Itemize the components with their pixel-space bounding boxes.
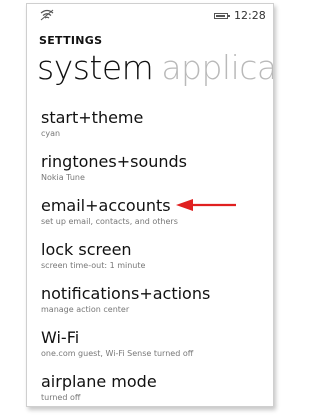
phone-screen: 12:28 SETTINGS systemapplicat start+them… bbox=[26, 3, 274, 407]
item-subtitle: Nokia Tune bbox=[41, 173, 85, 182]
item-title: email+accounts bbox=[41, 196, 171, 215]
settings-item-ringtones-sounds[interactable]: ringtones+sounds Nokia Tune bbox=[41, 152, 273, 196]
item-title: Wi-Fi bbox=[41, 328, 80, 347]
settings-list: start+theme cyan ringtones+sounds Nokia … bbox=[41, 108, 273, 406]
pivot-header: systemapplicat bbox=[37, 48, 273, 87]
pivot-tab-applications[interactable]: applicat bbox=[161, 48, 273, 87]
clock: 12:28 bbox=[234, 9, 266, 22]
battery-icon bbox=[214, 13, 230, 19]
settings-item-wifi[interactable]: Wi-Fi one.com guest, Wi-Fi Sense turned … bbox=[41, 328, 273, 372]
item-title: notifications+actions bbox=[41, 284, 211, 303]
settings-item-email-accounts[interactable]: email+accounts set up email, contacts, a… bbox=[41, 196, 273, 240]
pivot-tab-system[interactable]: system bbox=[37, 48, 154, 87]
settings-item-start-theme[interactable]: start+theme cyan bbox=[41, 108, 273, 152]
item-title: airplane mode bbox=[41, 372, 157, 391]
item-title: ringtones+sounds bbox=[41, 152, 188, 171]
settings-item-notifications-actions[interactable]: notifications+actions manage action cent… bbox=[41, 284, 273, 328]
item-subtitle: turned off bbox=[41, 393, 81, 402]
red-arrow-icon bbox=[176, 199, 236, 211]
item-subtitle: manage action center bbox=[41, 305, 130, 314]
item-title: lock screen bbox=[41, 240, 132, 259]
settings-title: SETTINGS bbox=[39, 34, 103, 47]
item-title: start+theme bbox=[41, 108, 144, 127]
item-subtitle: cyan bbox=[41, 129, 61, 138]
item-subtitle: one.com guest, Wi-Fi Sense turned off bbox=[41, 349, 194, 358]
settings-item-airplane-mode[interactable]: airplane mode turned off bbox=[41, 372, 273, 406]
item-subtitle: screen time-out: 1 minute bbox=[41, 261, 146, 270]
wifi-signal-icon bbox=[40, 9, 54, 21]
settings-item-lock-screen[interactable]: lock screen screen time-out: 1 minute bbox=[41, 240, 273, 284]
status-bar: 12:28 bbox=[27, 4, 273, 24]
item-subtitle: set up email, contacts, and others bbox=[41, 217, 178, 226]
